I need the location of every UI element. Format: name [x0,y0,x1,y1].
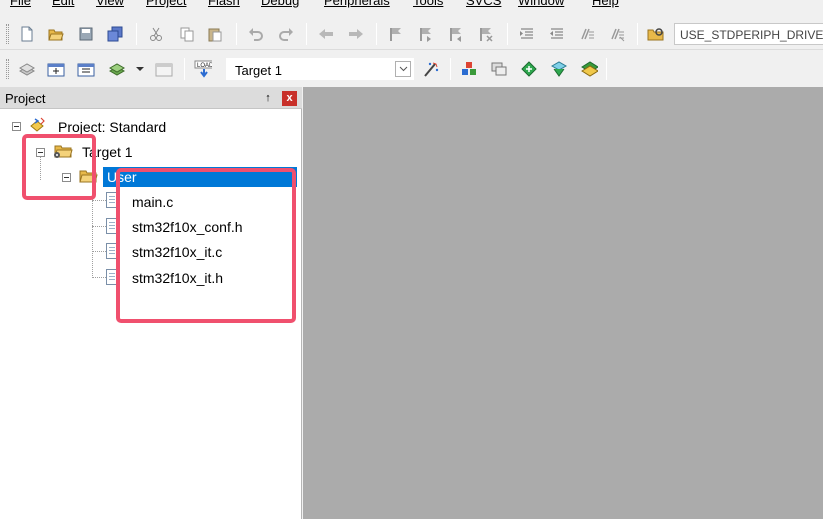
manage-project-items-icon[interactable] [460,60,478,78]
menu-project[interactable]: Project [146,0,186,11]
menu-flash[interactable]: Flash [208,0,240,11]
uncomment-icon[interactable] [608,25,626,43]
toolbar-separator [236,23,237,45]
open-folder-icon[interactable] [47,25,65,43]
toolbar-separator [606,58,607,80]
navigate-back-icon[interactable] [317,25,335,43]
project-icon [28,116,48,134]
build-icon[interactable] [47,60,65,78]
copy-icon[interactable] [178,25,196,43]
collapse-project-button[interactable] [12,122,21,131]
tree-line [92,251,106,252]
close-panel-button[interactable]: x [282,91,297,106]
toolbar-separator [184,58,185,80]
target-select[interactable]: Target 1 [226,58,414,80]
tree-line [92,277,106,278]
menu-svcs[interactable]: SVCS [466,0,501,11]
annotation-box-target [22,134,96,200]
find-input[interactable]: USE_STDPERIPH_DRIVER [674,23,823,45]
download-icon[interactable]: LOAD [194,60,212,78]
menu-peripherals[interactable]: Peripherals [324,0,390,11]
insert-bookmark-icon[interactable] [387,25,405,43]
clear-bookmarks-icon[interactable] [477,25,495,43]
find-input-value: USE_STDPERIPH_DRIVER [680,28,823,42]
menu-tools[interactable]: Tools [413,0,443,11]
menu-window[interactable]: Window [518,0,564,11]
undo-icon[interactable] [247,25,265,43]
pin-icon[interactable]: ↑ [262,92,274,104]
options-for-target-icon[interactable] [422,60,440,78]
toolbar-separator [136,23,137,45]
project-panel-header: Project ↑ x [0,87,302,109]
translate-icon[interactable] [18,60,36,78]
save-all-icon[interactable] [106,25,124,43]
toolbar-grip[interactable] [6,24,9,44]
navigate-forward-icon[interactable] [347,25,365,43]
rebuild-icon[interactable] [77,60,95,78]
select-packs-icon[interactable] [490,60,508,78]
save-icon[interactable] [77,25,95,43]
tree-line [92,226,106,227]
menu-view[interactable]: View [96,0,124,11]
editor-area [303,87,823,519]
batch-build-icon[interactable] [108,60,126,78]
new-file-icon[interactable] [18,25,36,43]
toolbar-separator [306,23,307,45]
menu-edit[interactable]: Edit [52,0,74,11]
toolbar-separator [637,23,638,45]
unindent-icon[interactable] [548,25,566,43]
previous-bookmark-icon[interactable] [417,25,435,43]
target-select-value: Target 1 [235,63,282,78]
toolbar-separator [450,58,451,80]
manage-rte-icon[interactable] [520,60,538,78]
tree-item-project[interactable]: Project: Standard [58,119,166,135]
menu-file[interactable]: File [10,0,31,11]
tree-line [92,200,106,201]
pack-installer-icon[interactable] [550,60,568,78]
batch-build-dropdown-icon[interactable] [131,60,149,78]
next-bookmark-icon[interactable] [447,25,465,43]
toolbar-grip[interactable] [6,59,9,79]
redo-icon[interactable] [277,25,295,43]
paste-icon[interactable] [206,25,224,43]
menu-bar: File Edit View Project Flash Debug Perip… [0,0,823,11]
file-toolbar: USE_STDPERIPH_DRIVER [0,18,823,50]
comment-icon[interactable] [578,25,596,43]
toolbar-separator [376,23,377,45]
menu-debug[interactable]: Debug [261,0,299,11]
project-panel-title: Project [5,91,46,106]
toolbar-separator [507,23,508,45]
build-toolbar: LOAD Target 1 [0,53,823,85]
annotation-box-files [116,168,296,323]
menu-help[interactable]: Help [592,0,619,11]
find-in-files-icon[interactable] [647,25,665,43]
svg-text:LOAD: LOAD [197,63,212,69]
chevron-down-icon[interactable] [395,61,411,77]
pack-manager-icon[interactable] [580,60,598,78]
stop-build-icon[interactable] [155,60,173,78]
cut-icon[interactable] [147,25,165,43]
indent-icon[interactable] [518,25,536,43]
